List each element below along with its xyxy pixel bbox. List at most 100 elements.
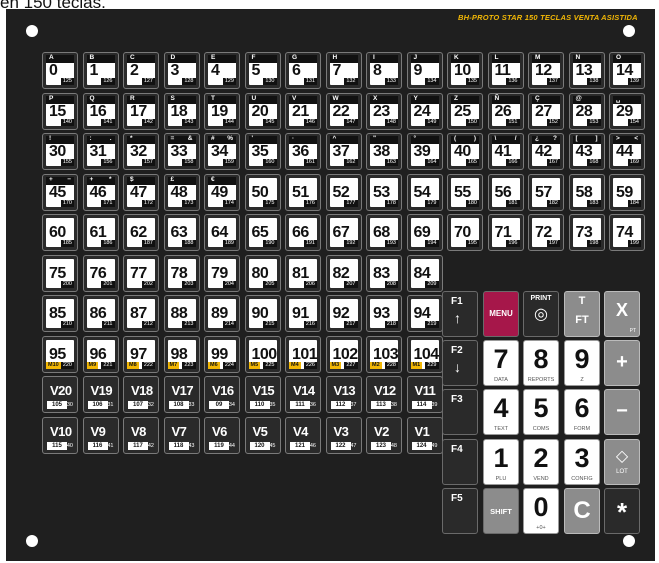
key-102[interactable]: 102 M3 227 xyxy=(325,335,362,373)
key-7[interactable]: H 7 132 xyxy=(325,52,362,89)
function-key-f1[interactable]: F1 ↑ xyxy=(442,291,478,337)
tft-button[interactable]: T FT xyxy=(564,291,600,337)
key-2[interactable]: C 2 127 xyxy=(123,52,159,89)
key-43[interactable]: [] 43 168 xyxy=(568,133,605,170)
numpad-key-1[interactable]: 1 PLU xyxy=(483,439,519,485)
key-20[interactable]: U 20 145 xyxy=(244,92,281,130)
numpad-key-5[interactable]: 5 COMS xyxy=(523,389,559,435)
key-v8[interactable]: V8 117 242 xyxy=(123,416,159,454)
menu-button[interactable]: MENU xyxy=(483,291,519,337)
key-33[interactable]: = & 33 158 xyxy=(163,133,200,170)
key-v16[interactable]: V16 09 234 xyxy=(204,376,240,413)
key-v14[interactable]: V14 111 236 xyxy=(285,376,321,413)
key-59[interactable]: 59 184 xyxy=(609,173,645,211)
key-104[interactable]: 104 M1 229 xyxy=(406,335,443,373)
key-78[interactable]: 78 203 xyxy=(163,254,200,292)
key-16[interactable]: Q 16 141 xyxy=(82,92,119,130)
key-94[interactable]: 94 219 xyxy=(406,295,443,332)
numpad-key-6[interactable]: 6 FORM xyxy=(564,389,600,435)
key-58[interactable]: 58 183 xyxy=(568,173,605,211)
key-91[interactable]: 91 216 xyxy=(285,295,321,332)
function-key-f3[interactable]: F3 xyxy=(442,389,478,435)
key-1[interactable]: B 1 126 xyxy=(82,52,119,89)
numpad-key-4[interactable]: 4 TEXT xyxy=(483,389,519,435)
key-13[interactable]: N 13 138 xyxy=(568,52,605,89)
key-67[interactable]: 67 192 xyxy=(325,214,362,251)
key-52[interactable]: 52 177 xyxy=(325,173,362,211)
key-44[interactable]: > <44 169 xyxy=(609,133,645,170)
key-28[interactable]: @28 153 xyxy=(568,92,605,130)
key-3[interactable]: D 3 128 xyxy=(163,52,200,89)
key-70[interactable]: 70 195 xyxy=(447,214,483,251)
key-v7[interactable]: V7 118 243 xyxy=(163,416,200,454)
lot-button[interactable]: ◇ LOT xyxy=(604,439,640,485)
key-8[interactable]: I 8 133 xyxy=(366,52,402,89)
key-v6[interactable]: V6 119 244 xyxy=(204,416,240,454)
key-74[interactable]: 74 199 xyxy=(609,214,645,251)
key-80[interactable]: 80 205 xyxy=(244,254,281,292)
key-45[interactable]: + −45 170 xyxy=(42,173,78,211)
key-24[interactable]: Y 24 149 xyxy=(406,92,443,130)
key-23[interactable]: X 23 148 xyxy=(366,92,402,130)
key-37[interactable]: ^ 37 162 xyxy=(325,133,362,170)
key-93[interactable]: 93 218 xyxy=(366,295,402,332)
key-82[interactable]: 82 207 xyxy=(325,254,362,292)
key-11[interactable]: L 11 136 xyxy=(487,52,524,89)
key-25[interactable]: Z 25 150 xyxy=(447,92,483,130)
key-42[interactable]: ¿? 42 167 xyxy=(528,133,564,170)
key-60[interactable]: 60 185 xyxy=(42,214,78,251)
key-69[interactable]: 69 194 xyxy=(406,214,443,251)
star-button[interactable]: * xyxy=(604,488,640,534)
key-77[interactable]: 77 202 xyxy=(123,254,159,292)
key-v2[interactable]: V2 123 248 xyxy=(366,416,402,454)
numpad-key-2[interactable]: 2 VEND xyxy=(523,439,559,485)
key-v15[interactable]: V15 110 235 xyxy=(244,376,281,413)
key-35[interactable]: ' 35 160 xyxy=(244,133,281,170)
key-86[interactable]: 86 211 xyxy=(82,295,119,332)
key-53[interactable]: 53 178 xyxy=(366,173,402,211)
key-72[interactable]: 72 197 xyxy=(528,214,564,251)
key-85[interactable]: 85 210 xyxy=(42,295,78,332)
key-96[interactable]: 96 M9 221 xyxy=(82,335,119,373)
key-95[interactable]: 95 M10 220 xyxy=(42,335,78,373)
key-61[interactable]: 61 186 xyxy=(82,214,119,251)
function-key-f2[interactable]: F2 ↓ xyxy=(442,340,478,386)
key-57[interactable]: 57 182 xyxy=(528,173,564,211)
multiply-button[interactable]: X PT xyxy=(604,291,640,337)
key-101[interactable]: 101 M4 226 xyxy=(285,335,321,373)
key-18[interactable]: S 18 143 xyxy=(163,92,200,130)
key-92[interactable]: 92 217 xyxy=(325,295,362,332)
function-key-f5[interactable]: F5 xyxy=(442,488,478,534)
key-v10[interactable]: V10 115 240 xyxy=(42,416,78,454)
minus-button[interactable]: − xyxy=(604,389,640,435)
key-83[interactable]: 83 208 xyxy=(366,254,402,292)
key-22[interactable]: W 22 147 xyxy=(325,92,362,130)
numpad-key-3[interactable]: 3 CONFIG xyxy=(564,439,600,485)
key-63[interactable]: 63 188 xyxy=(163,214,200,251)
key-90[interactable]: 90 215 xyxy=(244,295,281,332)
key-v17[interactable]: V17 108 233 xyxy=(163,376,200,413)
key-79[interactable]: 79 204 xyxy=(204,254,240,292)
key-68[interactable]: 68 193 xyxy=(366,214,402,251)
key-39[interactable]: ° 39 164 xyxy=(406,133,443,170)
key-27[interactable]: Ç 27 152 xyxy=(528,92,564,130)
key-34[interactable]: #% 34 159 xyxy=(204,133,240,170)
key-89[interactable]: 89 214 xyxy=(204,295,240,332)
numpad-key-9[interactable]: 9Z xyxy=(564,340,600,386)
key-87[interactable]: 87 212 xyxy=(123,295,159,332)
key-5[interactable]: F 5 130 xyxy=(244,52,281,89)
key-v3[interactable]: V3 122 247 xyxy=(325,416,362,454)
key-55[interactable]: 55 180 xyxy=(447,173,483,211)
key-6[interactable]: G 6 131 xyxy=(285,52,321,89)
key-66[interactable]: 66 191 xyxy=(285,214,321,251)
key-51[interactable]: 51 176 xyxy=(285,173,321,211)
key-47[interactable]: $47 172 xyxy=(123,173,159,211)
key-81[interactable]: 81 206 xyxy=(285,254,321,292)
numpad-key-0[interactable]: 0 +0+ xyxy=(523,488,559,534)
key-26[interactable]: Ñ 26 151 xyxy=(487,92,524,130)
key-9[interactable]: J 9 134 xyxy=(406,52,443,89)
key-97[interactable]: 97 M8 222 xyxy=(123,335,159,373)
key-v4[interactable]: V4 121 246 xyxy=(285,416,321,454)
key-v20[interactable]: V20 105 230 xyxy=(42,376,78,413)
key-64[interactable]: 64 189 xyxy=(204,214,240,251)
